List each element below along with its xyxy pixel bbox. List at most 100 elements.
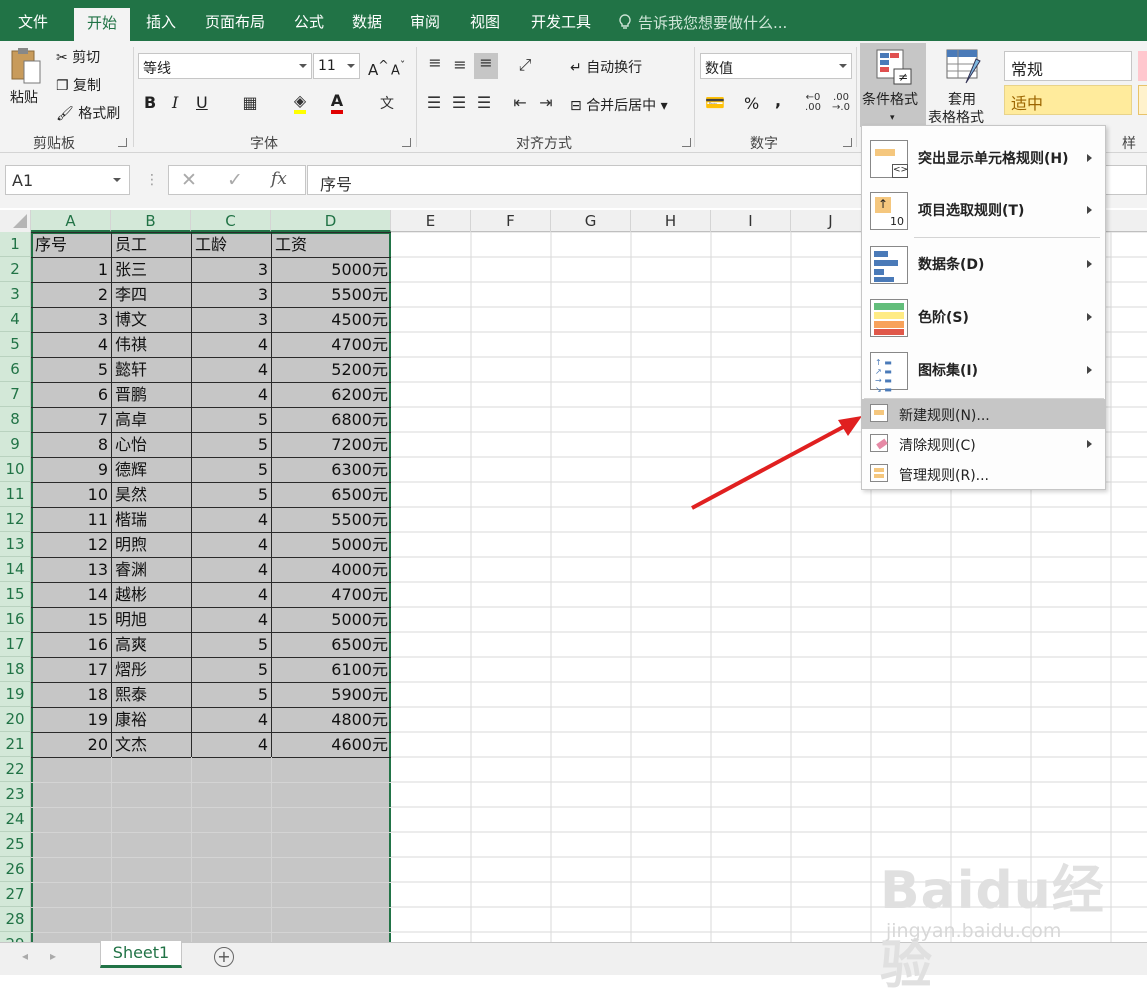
column-header[interactable]: N	[1110, 210, 1147, 232]
row-header[interactable]: 1	[0, 232, 31, 257]
table-cell[interactable]: 4	[192, 733, 271, 758]
table-cell[interactable]: 4	[192, 608, 271, 633]
table-cell[interactable]: 1	[32, 258, 111, 283]
tell-me-search[interactable]: 告诉我您想要做什么...	[618, 12, 787, 33]
name-box[interactable]: A1	[5, 165, 130, 195]
table-cell[interactable]: 5000元	[272, 608, 391, 633]
align-right-icon[interactable]: ☰	[474, 93, 494, 112]
comma-button[interactable]: ,	[775, 91, 781, 110]
table-cell[interactable]: 伟祺	[112, 333, 191, 358]
table-cell[interactable]: 5	[192, 433, 271, 458]
row-header[interactable]: 2	[0, 257, 31, 282]
row-header[interactable]: 27	[0, 882, 31, 907]
table-cell[interactable]: 17	[32, 658, 111, 683]
row-header[interactable]: 8	[0, 407, 31, 432]
italic-button[interactable]: I	[172, 93, 178, 112]
table-cell[interactable]: 3	[192, 308, 271, 333]
style-check-partial[interactable]	[1138, 85, 1147, 115]
clipboard-launcher[interactable]	[118, 138, 127, 147]
menu-item-color-scales[interactable]: 色阶(S)	[862, 293, 1105, 343]
table-cell[interactable]: 4	[192, 583, 271, 608]
tab-view[interactable]: 视图	[460, 0, 510, 41]
table-cell[interactable]: 5500元	[272, 283, 391, 308]
column-header[interactable]: D	[271, 210, 391, 232]
table-cell[interactable]: 4600元	[272, 733, 391, 758]
enter-icon[interactable]: ✓	[227, 169, 243, 191]
tab-home[interactable]: 开始	[74, 8, 130, 41]
merge-center-button[interactable]: ⊟ 合并后居中 ▾	[570, 95, 668, 115]
row-header[interactable]: 11	[0, 482, 31, 507]
table-cell[interactable]: 文杰	[112, 733, 191, 758]
row-header[interactable]: 26	[0, 857, 31, 882]
table-cell[interactable]: 5500元	[272, 508, 391, 533]
table-cell[interactable]: 4	[192, 383, 271, 408]
orientation-icon[interactable]: ⤢	[510, 55, 540, 75]
bold-button[interactable]: B	[144, 93, 156, 112]
header-cell[interactable]: 工资	[272, 233, 391, 258]
tab-file[interactable]: 文件	[8, 0, 58, 41]
table-cell[interactable]: 3	[192, 283, 271, 308]
table-cell[interactable]: 3	[192, 258, 271, 283]
decrease-decimal-icon[interactable]: .00 →.0	[830, 93, 852, 113]
paste-button[interactable]: 粘贴	[10, 87, 38, 107]
row-header[interactable]: 16	[0, 607, 31, 632]
table-cell[interactable]: 5	[32, 358, 111, 383]
row-header[interactable]: 23	[0, 782, 31, 807]
table-cell[interactable]: 楷瑞	[112, 508, 191, 533]
column-header[interactable]: F	[471, 210, 551, 232]
percent-button[interactable]: %	[744, 94, 759, 113]
table-cell[interactable]: 6500元	[272, 633, 391, 658]
row-header[interactable]: 21	[0, 732, 31, 757]
row-header[interactable]: 13	[0, 532, 31, 557]
table-cell[interactable]: 6300元	[272, 458, 391, 483]
table-cell[interactable]: 14	[32, 583, 111, 608]
table-cell[interactable]: 4	[32, 333, 111, 358]
table-cell[interactable]: 4	[192, 358, 271, 383]
column-header[interactable]: B	[111, 210, 191, 232]
table-cell[interactable]: 4	[192, 708, 271, 733]
table-cell[interactable]: 16	[32, 633, 111, 658]
table-cell[interactable]: 5000元	[272, 258, 391, 283]
tab-developer[interactable]: 开发工具	[522, 0, 600, 41]
table-cell[interactable]: 8	[32, 433, 111, 458]
table-cell[interactable]: 6200元	[272, 383, 391, 408]
menu-item-highlight-cells-rules[interactable]: <> 突出显示单元格规则(H)	[862, 134, 1105, 184]
table-cell[interactable]: 6800元	[272, 408, 391, 433]
table-cell[interactable]: 5	[192, 658, 271, 683]
row-header[interactable]: 20	[0, 707, 31, 732]
table-cell[interactable]: 6100元	[272, 658, 391, 683]
table-cell[interactable]: 熠彤	[112, 658, 191, 683]
number-launcher[interactable]	[843, 138, 852, 147]
table-cell[interactable]: 昊然	[112, 483, 191, 508]
table-cell[interactable]: 熙泰	[112, 683, 191, 708]
column-header[interactable]: I	[711, 210, 791, 232]
number-format-box[interactable]: 数值	[700, 53, 852, 79]
table-cell[interactable]: 11	[32, 508, 111, 533]
menu-item-icon-sets[interactable]: ↑ ▬ ↗ ▬ → ▬ ↘ ▬ 图标集(I)	[862, 346, 1105, 396]
row-header[interactable]: 3	[0, 282, 31, 307]
table-cell[interactable]: 懿轩	[112, 358, 191, 383]
table-cell[interactable]: 4	[192, 558, 271, 583]
table-cell[interactable]: 5	[192, 458, 271, 483]
table-cell[interactable]: 4500元	[272, 308, 391, 333]
table-cell[interactable]: 4000元	[272, 558, 391, 583]
column-header[interactable]: C	[191, 210, 271, 232]
row-header[interactable]: 19	[0, 682, 31, 707]
tab-page-layout[interactable]: 页面布局	[196, 0, 274, 41]
column-header[interactable]: G	[551, 210, 631, 232]
menu-item-manage-rules[interactable]: 管理规则(R)...	[862, 459, 1105, 489]
table-cell[interactable]: 4	[192, 533, 271, 558]
borders-icon[interactable]: ▦	[240, 93, 260, 112]
align-middle-icon[interactable]: ≡	[449, 55, 471, 74]
font-launcher[interactable]	[402, 138, 411, 147]
table-cell[interactable]: 7200元	[272, 433, 391, 458]
header-cell[interactable]: 工龄	[192, 233, 271, 258]
insert-function-icon[interactable]: fx	[271, 169, 287, 189]
column-header[interactable]: J	[791, 210, 871, 232]
shrink-font-button[interactable]: Aˇ	[391, 59, 405, 78]
format-painter-button[interactable]: 🖌 格式刷	[56, 103, 120, 123]
menu-item-data-bars[interactable]: 数据条(D)	[862, 240, 1105, 290]
table-cell[interactable]: 13	[32, 558, 111, 583]
table-cell[interactable]: 张三	[112, 258, 191, 283]
column-header[interactable]: H	[631, 210, 711, 232]
